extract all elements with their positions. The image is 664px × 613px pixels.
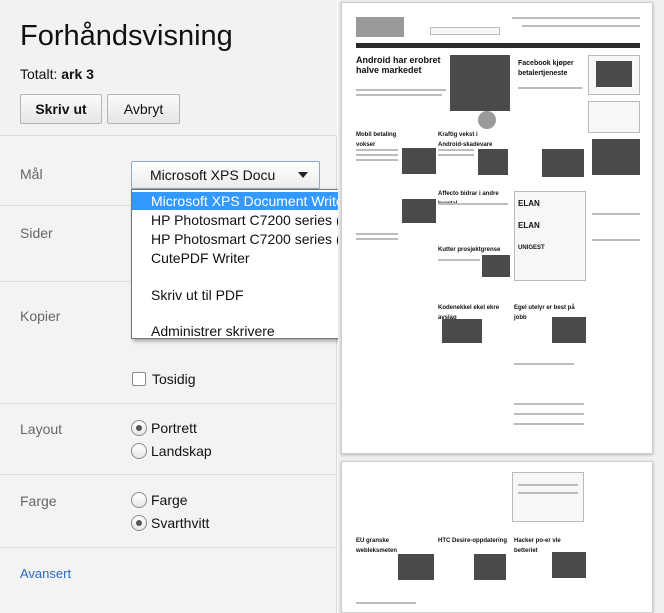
article-image bbox=[398, 554, 434, 580]
text-line bbox=[356, 602, 416, 604]
cancel-button[interactable]: Avbryt bbox=[107, 94, 180, 124]
preview-headline: Kutter prosjektgrense bbox=[438, 247, 501, 253]
site-nav-bar bbox=[356, 43, 640, 48]
text-line bbox=[512, 17, 640, 19]
article-image bbox=[552, 552, 586, 578]
article-image bbox=[482, 255, 510, 277]
text-line bbox=[438, 154, 474, 156]
text-line bbox=[356, 233, 398, 235]
landscape-radio[interactable] bbox=[131, 443, 147, 459]
text-line bbox=[356, 89, 446, 91]
preview-headline: Kraftig vekst i Android-skadevare bbox=[438, 132, 493, 148]
text-line bbox=[514, 403, 584, 405]
preview-headline: EU granske webleksmeten bbox=[356, 538, 398, 554]
divider bbox=[0, 474, 337, 475]
total-prefix: Totalt: bbox=[20, 66, 62, 82]
text-line bbox=[514, 413, 584, 415]
preview-page-2[interactable]: EU granske webleksmeten HTC Desire-oppda… bbox=[341, 461, 653, 613]
total-value: ark 3 bbox=[61, 66, 94, 82]
preview-headline: Android har erobret halve markedet bbox=[356, 55, 441, 75]
preview-headline: HTC Desire-oppdatering bbox=[438, 538, 508, 544]
article-image bbox=[474, 554, 506, 580]
bw-option-label: Svarthvitt bbox=[151, 515, 210, 531]
preview-headline: Affecto bidrar i andre kvartal bbox=[438, 191, 499, 207]
site-logo-image bbox=[356, 17, 404, 37]
article-image bbox=[402, 199, 436, 223]
bw-radio[interactable] bbox=[131, 515, 147, 531]
text-line bbox=[518, 484, 578, 486]
preview-headline: Facebook kjøper betalertjeneste bbox=[518, 60, 574, 77]
badge-image bbox=[478, 111, 496, 129]
text-line bbox=[356, 149, 398, 151]
text-line bbox=[514, 423, 584, 425]
text-line bbox=[592, 239, 640, 241]
site-search-box bbox=[430, 27, 500, 35]
two-sided-label: Tosidig bbox=[152, 371, 196, 387]
text-line bbox=[356, 238, 398, 240]
divider bbox=[0, 403, 337, 404]
text-line bbox=[592, 213, 640, 215]
article-image bbox=[478, 149, 508, 175]
preview-area: Android har erobret halve markedet Faceb… bbox=[338, 0, 664, 613]
page-title: Forhåndsvisning bbox=[20, 20, 233, 52]
partner-logo: UNIGEST bbox=[518, 245, 545, 251]
destination-select[interactable]: Microsoft XPS Docu bbox=[131, 161, 320, 189]
ad-image bbox=[592, 139, 640, 175]
sheet-total: Totalt: ark 3 bbox=[20, 66, 94, 82]
header: Forhåndsvisning Totalt: ark 3 Skriv ut A… bbox=[0, 0, 337, 136]
copies-label: Kopier bbox=[20, 308, 61, 324]
color-option-label: Farge bbox=[151, 492, 188, 508]
text-line bbox=[438, 203, 508, 205]
print-button[interactable]: Skriv ut bbox=[20, 94, 102, 124]
portrait-radio[interactable] bbox=[131, 420, 147, 436]
portrait-label: Portrett bbox=[151, 420, 197, 436]
text-line bbox=[356, 154, 398, 156]
preview-headline: Mobil betaling vokser bbox=[356, 132, 397, 148]
ad-box bbox=[588, 101, 640, 133]
preview-page-1[interactable]: Android har erobret halve markedet Faceb… bbox=[341, 2, 653, 454]
article-image bbox=[542, 149, 584, 177]
article-image bbox=[552, 317, 586, 343]
text-line bbox=[356, 159, 398, 161]
color-label: Farge bbox=[20, 493, 57, 509]
text-line bbox=[438, 149, 474, 151]
landscape-label: Landskap bbox=[151, 443, 212, 459]
partner-logo: ELAN bbox=[518, 221, 540, 230]
layout-label: Layout bbox=[20, 421, 63, 437]
pages-label: Sider bbox=[20, 225, 53, 241]
divider bbox=[0, 547, 337, 548]
two-sided-checkbox[interactable] bbox=[132, 372, 146, 386]
article-image bbox=[450, 55, 510, 111]
text-line bbox=[518, 87, 582, 89]
article-image bbox=[402, 148, 436, 174]
article-image bbox=[442, 319, 482, 343]
text-line bbox=[356, 94, 442, 96]
advanced-link[interactable]: Avansert bbox=[20, 566, 71, 581]
text-line bbox=[518, 492, 578, 494]
chevron-down-icon[interactable] bbox=[298, 172, 308, 178]
color-radio[interactable] bbox=[131, 492, 147, 508]
text-line bbox=[438, 259, 480, 261]
content-box bbox=[512, 472, 584, 522]
ad-image bbox=[596, 61, 632, 87]
text-line bbox=[514, 363, 574, 365]
partner-logo: ELAN bbox=[518, 199, 540, 208]
destination-label: Mål bbox=[20, 166, 43, 182]
text-line bbox=[522, 25, 640, 27]
